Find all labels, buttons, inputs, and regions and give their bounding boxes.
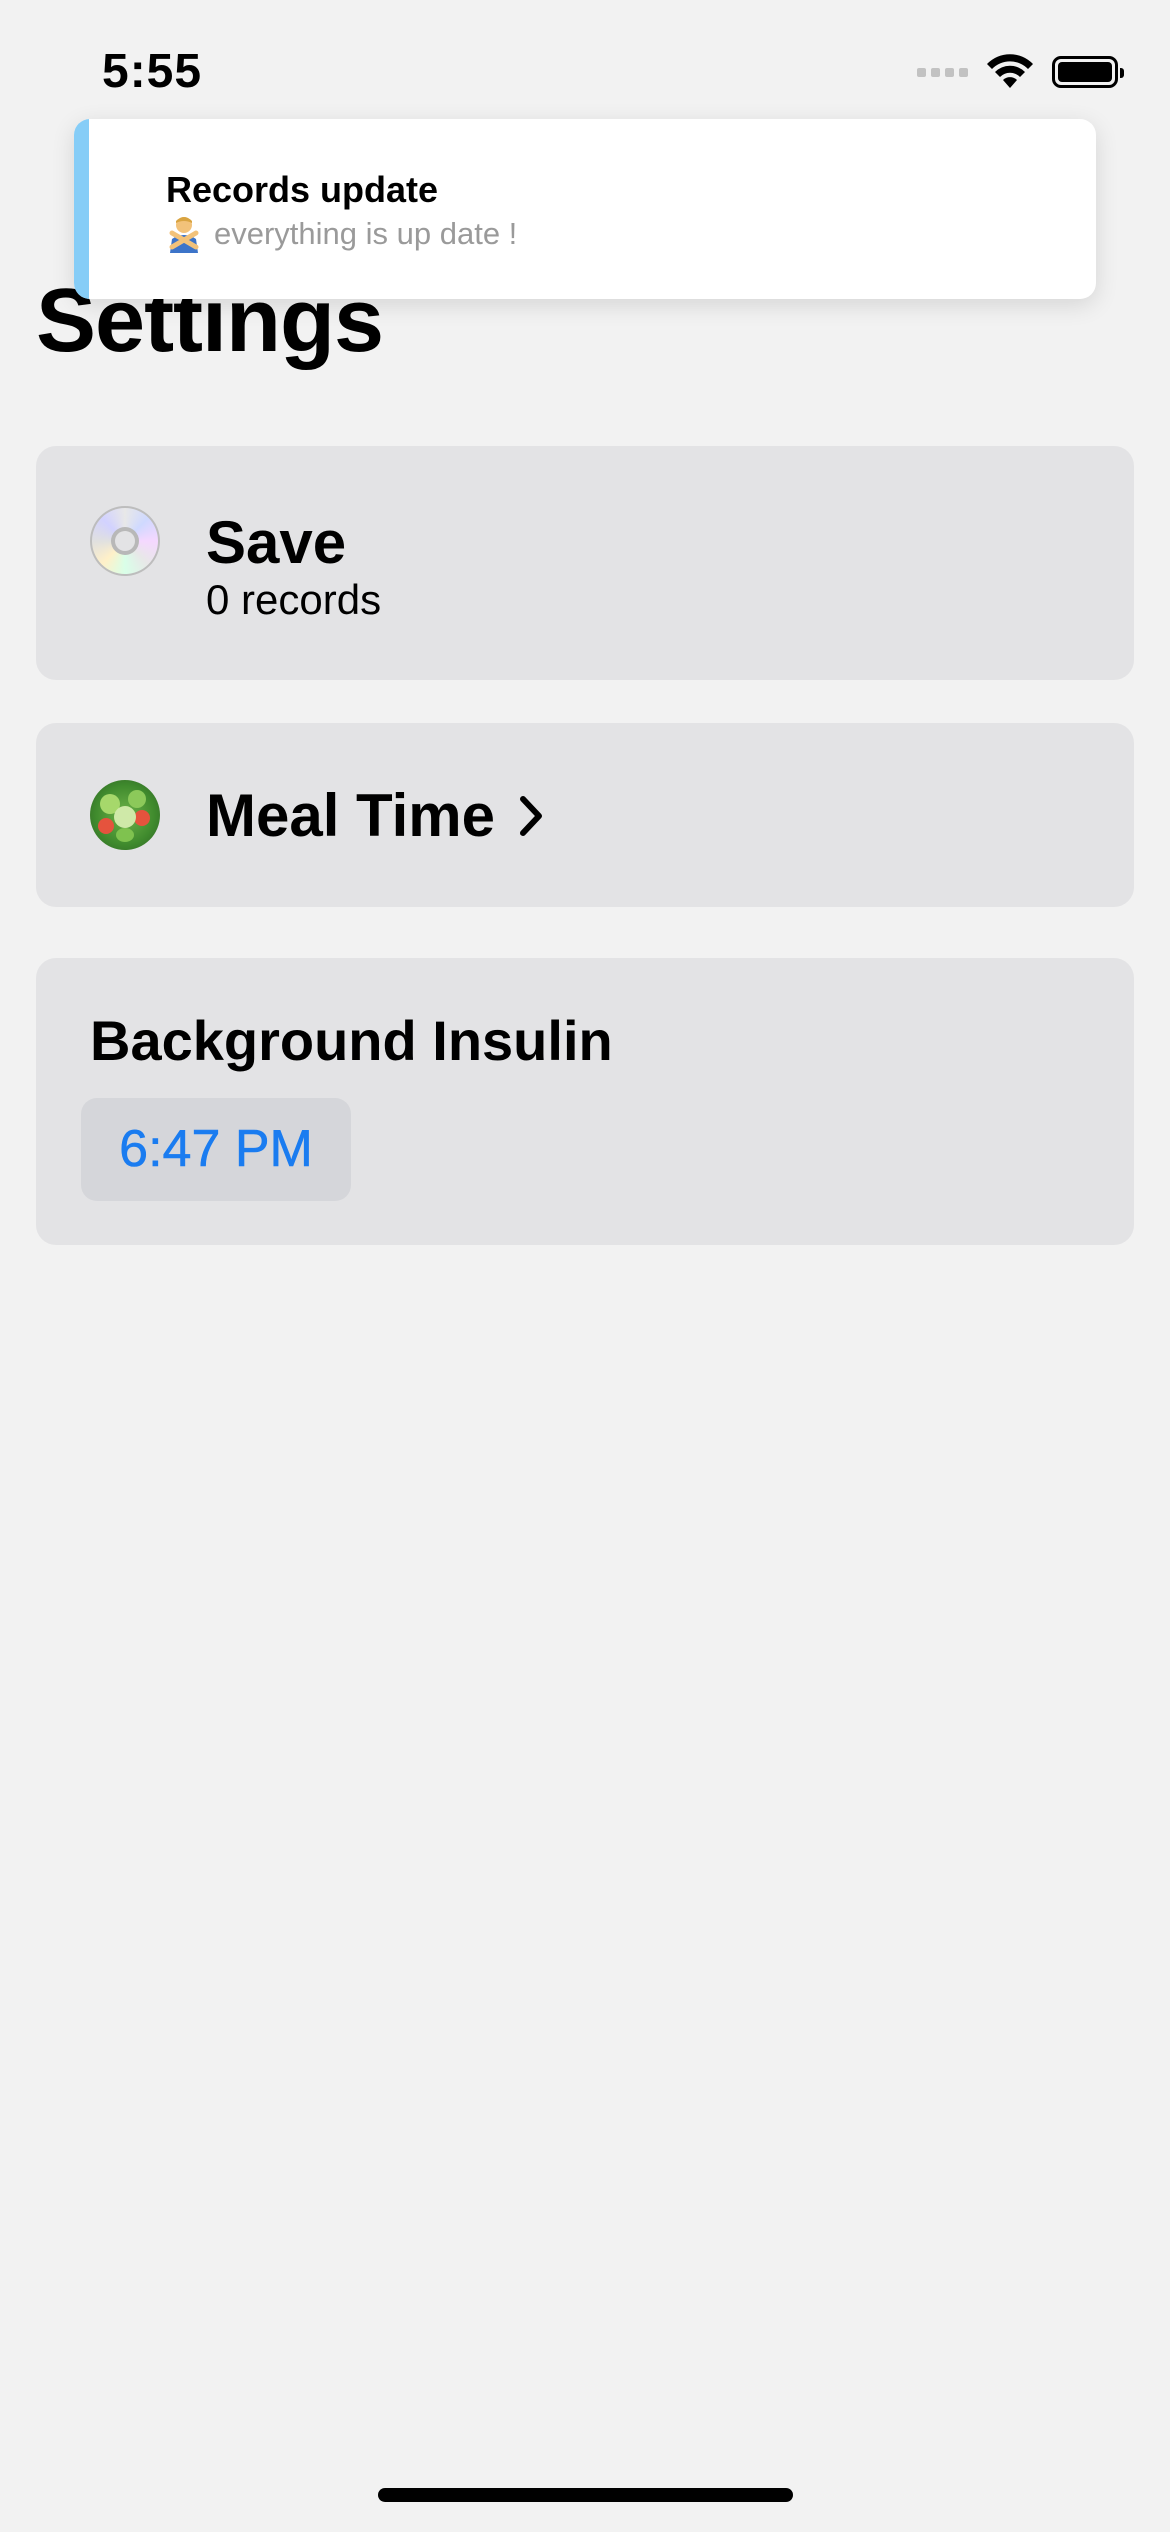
toast-accent-bar bbox=[74, 119, 89, 299]
toast-title: Records update bbox=[166, 169, 439, 210]
salad-icon bbox=[90, 780, 160, 850]
settings-screen: 5:55 Settings Save 0 records Meal Time B… bbox=[0, 0, 1170, 2532]
background-insulin-section: Background Insulin 6:47 PM bbox=[36, 958, 1134, 1245]
wifi-icon bbox=[987, 54, 1033, 88]
meal-time-row[interactable]: Meal Time bbox=[36, 723, 1134, 907]
records-count: 0 records bbox=[206, 576, 382, 623]
battery-icon bbox=[1052, 56, 1124, 88]
person-gesturing-no-icon bbox=[169, 217, 199, 253]
cd-disc-icon bbox=[90, 506, 160, 576]
chevron-right-icon bbox=[520, 796, 542, 836]
cellular-signal-icon bbox=[917, 67, 968, 77]
save-row[interactable]: Save 0 records bbox=[36, 446, 1134, 680]
save-title: Save bbox=[206, 509, 347, 576]
records-update-toast[interactable]: Records update everything is up date ! bbox=[74, 119, 1096, 299]
meal-time-title: Meal Time bbox=[206, 782, 496, 849]
home-indicator[interactable] bbox=[378, 2488, 793, 2502]
toast-message-row: everything is up date ! bbox=[166, 215, 517, 253]
background-insulin-title: Background Insulin bbox=[90, 1009, 613, 1072]
status-time: 5:55 bbox=[102, 45, 203, 98]
insulin-time-picker[interactable]: 6:47 PM bbox=[81, 1098, 351, 1201]
toast-message: everything is up date ! bbox=[214, 216, 518, 251]
status-icons bbox=[917, 52, 1124, 92]
